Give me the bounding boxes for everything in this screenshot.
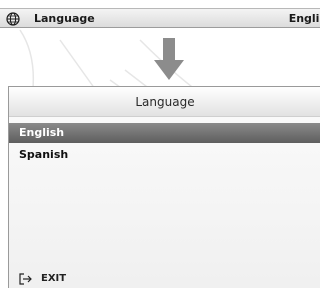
language-setting-row[interactable]: Language Englis	[0, 8, 320, 28]
panel-title: Language	[135, 95, 195, 109]
language-menu-panel: Language English Spanish EXIT	[8, 86, 320, 288]
arrow-down-icon	[154, 38, 184, 80]
exit-button[interactable]: EXIT	[19, 271, 66, 287]
language-option-english[interactable]: English	[9, 123, 320, 143]
exit-label: EXIT	[41, 273, 67, 284]
page: Language Englis Language English Spanish…	[0, 0, 320, 288]
exit-icon	[19, 273, 32, 285]
globe-icon	[6, 12, 20, 26]
language-option-spanish[interactable]: Spanish	[9, 145, 320, 165]
language-setting-label: Language	[34, 12, 95, 25]
language-setting-value: Englis	[288, 12, 320, 25]
